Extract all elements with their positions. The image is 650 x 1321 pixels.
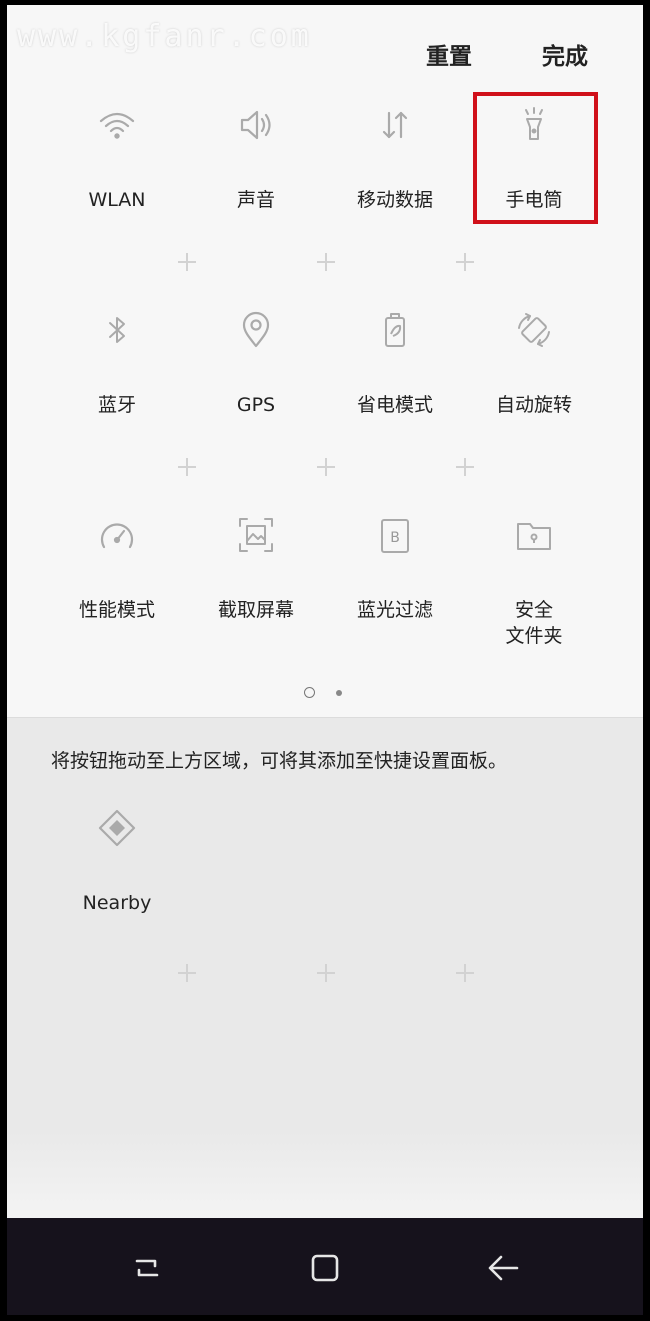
speaker-icon: [236, 105, 276, 145]
tile-sound[interactable]: 声音: [187, 105, 325, 245]
mobile-data-icon: [375, 105, 415, 145]
screenshot-icon: [236, 515, 276, 555]
highlight-box: [473, 92, 598, 224]
done-button[interactable]: 完成: [542, 37, 588, 71]
page-indicator[interactable]: [336, 690, 342, 696]
tile-secure-folder[interactable]: 安全 文件夹: [465, 515, 603, 655]
location-pin-icon: [236, 310, 276, 350]
drop-slot-marker: [456, 964, 474, 982]
tile-label: Nearby: [82, 892, 152, 914]
tile-label: GPS: [236, 394, 276, 416]
back-button[interactable]: [485, 1250, 521, 1286]
tile-label: WLAN: [88, 189, 146, 211]
drag-hint: 将按钮拖动至上方区域，可将其添加至快捷设置面板。: [51, 750, 508, 772]
drop-slot-marker: [317, 253, 335, 271]
drop-slot-marker: [456, 458, 474, 476]
available-buttons-panel: 将按钮拖动至上方区域，可将其添加至快捷设置面板。 Nearby: [7, 717, 643, 1222]
tile-label: 安全 文件夹: [505, 599, 563, 647]
tile-nearby[interactable]: Nearby: [48, 808, 186, 948]
tile-label: 蓝光过滤: [356, 599, 433, 621]
battery-saver-icon: [375, 310, 415, 350]
tile-label: 性能模式: [78, 599, 155, 621]
tile-auto-rotate[interactable]: 自动旋转: [465, 310, 603, 450]
home-button[interactable]: [307, 1250, 343, 1286]
drop-slot-marker: [178, 458, 196, 476]
nearby-icon: [97, 808, 137, 848]
drop-slot-marker: [178, 964, 196, 982]
recent-apps-button[interactable]: [129, 1250, 165, 1286]
recent-apps-icon: [129, 1250, 165, 1286]
tile-label: 声音: [236, 189, 275, 211]
auto-rotate-icon: [514, 310, 554, 350]
drop-slot-marker: [178, 253, 196, 271]
tile-label: 移动数据: [356, 189, 433, 211]
bluetooth-icon: [97, 310, 137, 350]
tile-blue-light-filter[interactable]: B 蓝光过滤: [326, 515, 464, 655]
drop-slot-marker: [456, 253, 474, 271]
tile-gps[interactable]: GPS: [187, 310, 325, 450]
watermark: www.kgfanr.com: [17, 19, 312, 54]
back-icon: [485, 1250, 521, 1286]
home-icon: [307, 1250, 343, 1286]
tile-label: 省电模式: [356, 394, 433, 416]
tile-mobile-data[interactable]: 移动数据: [326, 105, 464, 245]
tile-screenshot[interactable]: 截取屏幕: [187, 515, 325, 655]
svg-text:B: B: [390, 530, 400, 546]
tile-performance-mode[interactable]: 性能模式: [48, 515, 186, 655]
tile-wlan[interactable]: WLAN: [48, 105, 186, 245]
tile-bluetooth[interactable]: 蓝牙: [48, 310, 186, 450]
quick-settings-editor: www.kgfanr.com 重置 完成 WLAN 声音 移动数据 手电筒 蓝牙…: [7, 5, 643, 1315]
wifi-icon: [97, 105, 137, 145]
navigation-bar: [7, 1218, 643, 1315]
speedometer-icon: [97, 515, 137, 555]
tile-label: 截取屏幕: [217, 599, 294, 621]
tile-label: 蓝牙: [97, 394, 136, 416]
reset-button[interactable]: 重置: [426, 37, 472, 71]
tile-label: 自动旋转: [495, 394, 572, 416]
page-indicator-active[interactable]: [304, 687, 315, 698]
drop-slot-marker: [317, 964, 335, 982]
blue-light-filter-icon: B: [375, 515, 415, 555]
tile-power-saving[interactable]: 省电模式: [326, 310, 464, 450]
drop-slot-marker: [317, 458, 335, 476]
secure-folder-icon: [514, 515, 554, 555]
